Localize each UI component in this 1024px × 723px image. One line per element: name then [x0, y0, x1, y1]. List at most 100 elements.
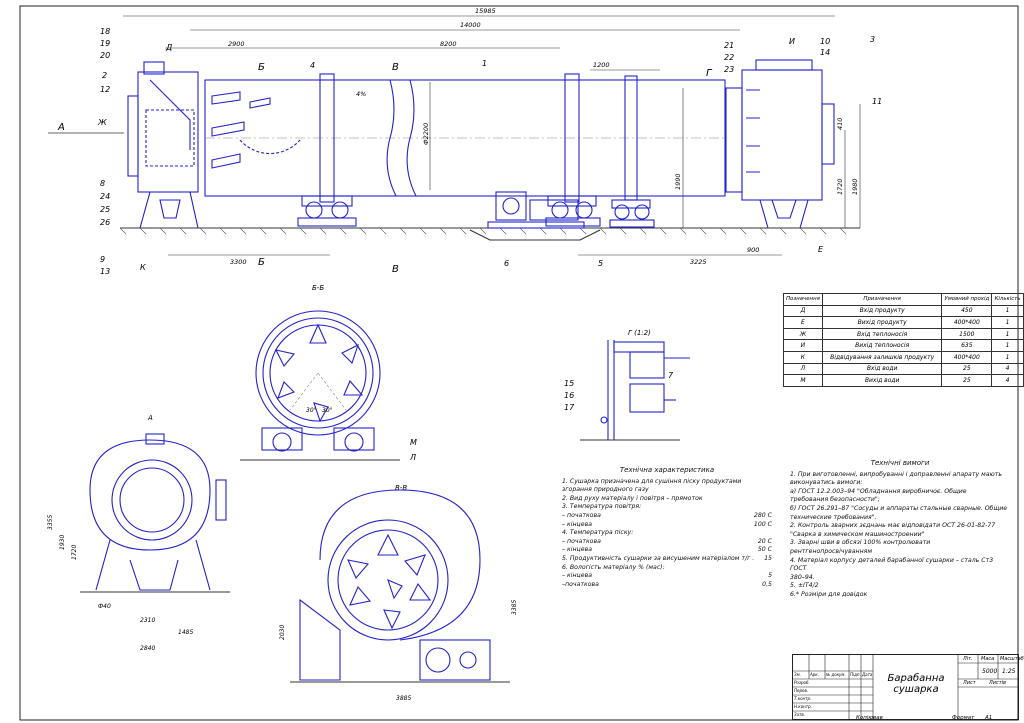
tech-req-line: 3. Зварні шви в обсязі 100% контролювати: [790, 539, 931, 547]
tech-char-title: Технічна характеристика: [619, 466, 715, 474]
stamp-row-8: Н.контр.: [794, 704, 812, 709]
detail-G: [580, 340, 690, 441]
tech-char-line: –початкова 0,5: [562, 581, 772, 590]
cut-V-top: В: [392, 62, 399, 73]
pos-25: 25: [100, 205, 110, 214]
tech-char-line: 4. Температура піску:: [562, 529, 772, 538]
footer-copied: Копіював: [856, 715, 883, 721]
tech-char-text: 6. Вологість матеріалу % (мас):: [562, 563, 665, 571]
stamp-litera: Літ.: [963, 656, 973, 662]
tech-char-text: – кінцева: [562, 520, 593, 528]
tech-char-text: 1. Сушарка призначена для сушіння піску …: [562, 477, 742, 494]
tech-char-line: 6. Вологість матеріалу % (мас):: [562, 564, 772, 573]
tech-char-value: 5: [768, 572, 772, 580]
connection-table: Позначення Призначення Умовний прохід Кі…: [783, 293, 1024, 387]
tech-char-value: [764, 529, 772, 538]
th-purpose: Призначення: [821, 293, 943, 306]
dim-a-hole: Ф40: [98, 603, 111, 610]
letter-E: Е: [818, 245, 824, 254]
drawing-title: Барабанна сушарка: [881, 673, 951, 695]
tech-char-text: 5. Продуктивність сушарки за висушеним м…: [562, 554, 755, 562]
dim-a-1930: 1930: [59, 535, 66, 550]
dim-a-3355: 3355: [47, 515, 54, 530]
view-A-label: А: [57, 122, 65, 133]
tech-char-text: – кінцева: [562, 546, 593, 554]
pos-26: 26: [100, 218, 110, 227]
dim-2900: 2900: [228, 40, 245, 48]
cell: Л: [783, 362, 823, 376]
section-VV: [290, 489, 510, 683]
th-bore: Умовний прохід: [941, 293, 993, 306]
side-view: [119, 59, 860, 241]
section-BB: [240, 310, 400, 461]
tech-req-line: 2. Контроль зварних зєднань має відповід…: [790, 522, 996, 530]
tech-char-line: 5. Продуктивність сушарки за висушеним м…: [562, 555, 772, 564]
tech-char-line: – початкова 20 С: [562, 538, 772, 547]
cell: 4: [991, 362, 1024, 376]
cut-G: Г: [706, 68, 713, 79]
cut-B-bot: Б: [258, 257, 265, 268]
angle-30b: 30°: [322, 407, 333, 414]
stamp-mass: Маса: [981, 656, 995, 662]
stamp-scale: Масштаб: [1000, 656, 1024, 662]
cut-V-bot: В: [392, 264, 399, 275]
tech-char-value: 0,5: [762, 580, 772, 588]
cell: 1: [991, 350, 1024, 364]
dim-angle: 4%: [356, 90, 366, 98]
stamp-row-7: Т.контр.: [794, 696, 812, 701]
table-row: И Вихід теплоносія 635 1: [783, 339, 1024, 352]
title-block: Барабанна сушарка Літ. Маса Масштаб 5000…: [792, 654, 1024, 720]
tech-char-text: 3. Температура повітря:: [562, 503, 642, 511]
dim-a-2840: 2840: [140, 645, 155, 652]
cell: Вихід теплоносія: [821, 339, 943, 352]
dim-3225: 3225: [690, 258, 707, 266]
pos-6: 6: [504, 259, 509, 268]
letter-L: Л: [409, 453, 416, 462]
cell: Вихід продукту: [821, 316, 943, 329]
footer-format: Формат: [952, 715, 975, 721]
table-row: Л Вхід води 25 4: [783, 362, 1024, 376]
tech-req-line: рентгенопросвічуванням: [790, 547, 873, 555]
pos-12: 12: [100, 85, 110, 94]
drawing-title-line1: Барабанна: [887, 673, 945, 684]
section-VV-title: В-В: [395, 484, 407, 492]
tech-char-line: – кінцева 100 С: [562, 521, 772, 530]
cell: 1: [991, 316, 1024, 329]
letter-Zh: Ж: [97, 118, 107, 127]
dim-1990: 1990: [674, 173, 682, 190]
pos-4: 4: [310, 61, 315, 70]
pos-19: 19: [100, 39, 110, 48]
tech-char-value: 20 С: [757, 537, 772, 545]
tech-char-value: 50 С: [757, 546, 772, 554]
stamp-row-9: Затв.: [794, 712, 805, 717]
tech-requirements: Технічні вимоги 1. При виготовленні, вип…: [790, 459, 1010, 600]
tech-char-value: 15: [764, 554, 772, 562]
pos-23: 23: [724, 65, 734, 74]
tech-req-line: 5. ±IT4/2: [790, 582, 819, 590]
tech-char-text: – початкова: [562, 511, 601, 519]
dim-410: 410: [836, 118, 844, 130]
letter-K: К: [140, 263, 146, 272]
pos-1: 1: [482, 59, 487, 68]
cell: Відвідування залишків продукту: [821, 350, 943, 364]
pos-8: 8: [100, 179, 105, 188]
dim-15985: 15985: [475, 7, 496, 15]
stamp-scale-value: 1:25: [1002, 668, 1016, 675]
dimensions-top: [123, 15, 861, 256]
dim-8200: 8200: [440, 40, 457, 48]
dim-1200: 1200: [593, 61, 610, 69]
view-A-small-title: А: [147, 414, 153, 422]
cell: Вхід продукту: [821, 304, 943, 318]
tech-req-line: б) ГОСТ 26.291–87 "Сосуды и аппараты ста…: [790, 504, 1008, 512]
cell: Вхід теплоносія: [821, 327, 943, 341]
dim-b-3385: 3385: [511, 600, 518, 615]
cut-B-top: Б: [258, 62, 265, 73]
stamp-row-1: Арк.: [810, 672, 819, 677]
cell: 400*400: [941, 350, 993, 364]
tech-char-line: 1. Сушарка призначена для сушіння піску …: [562, 478, 772, 495]
angle-30a: 30°: [306, 407, 317, 414]
tech-char-line: 3. Температура повітря:: [562, 503, 772, 512]
table-row: К Відвідування залишків продукту 400*400 1: [783, 350, 1024, 364]
view-A: [80, 433, 230, 593]
tech-req-line: требования безопасности";: [790, 496, 880, 504]
